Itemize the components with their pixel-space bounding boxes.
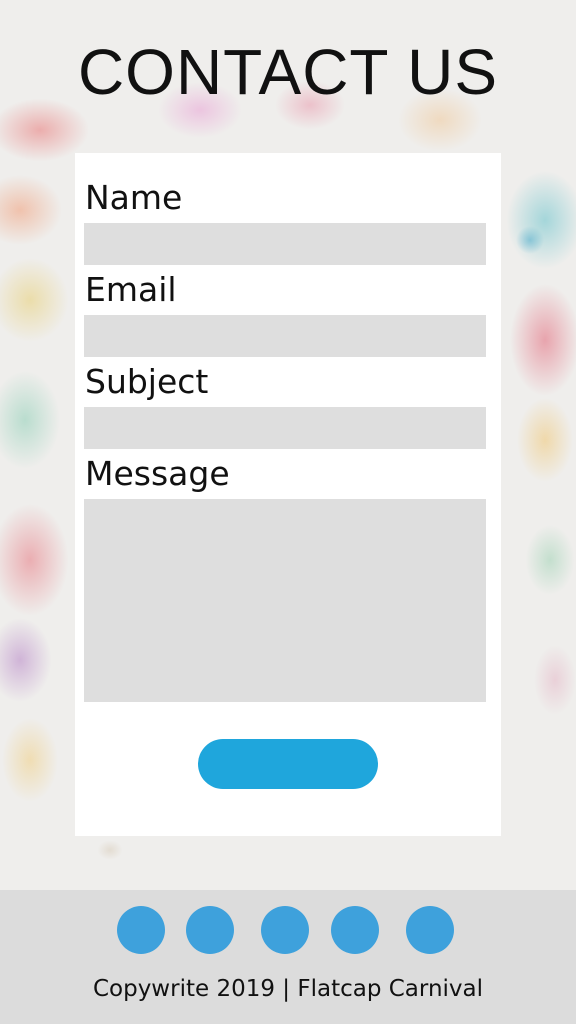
page-title: CONTACT US [77,36,499,108]
social-icon-2[interactable] [186,906,234,954]
email-label: Email [85,270,177,309]
subject-field[interactable] [84,407,486,449]
name-field[interactable] [84,223,486,265]
social-icon-4[interactable] [331,906,379,954]
social-icon-3[interactable] [261,906,309,954]
social-icon-5[interactable] [406,906,454,954]
contact-form: Name Email Subject Message [75,153,501,836]
message-label: Message [85,454,230,493]
name-label: Name [85,178,183,217]
subject-label: Subject [85,362,209,401]
social-icon-1[interactable] [117,906,165,954]
email-field[interactable] [84,315,486,357]
footer: Copywrite 2019 | Flatcap Carnival [0,890,576,1024]
copyright-text: Copywrite 2019 | Flatcap Carnival [92,976,484,1002]
submit-button[interactable] [198,739,378,789]
message-field[interactable] [84,499,486,702]
